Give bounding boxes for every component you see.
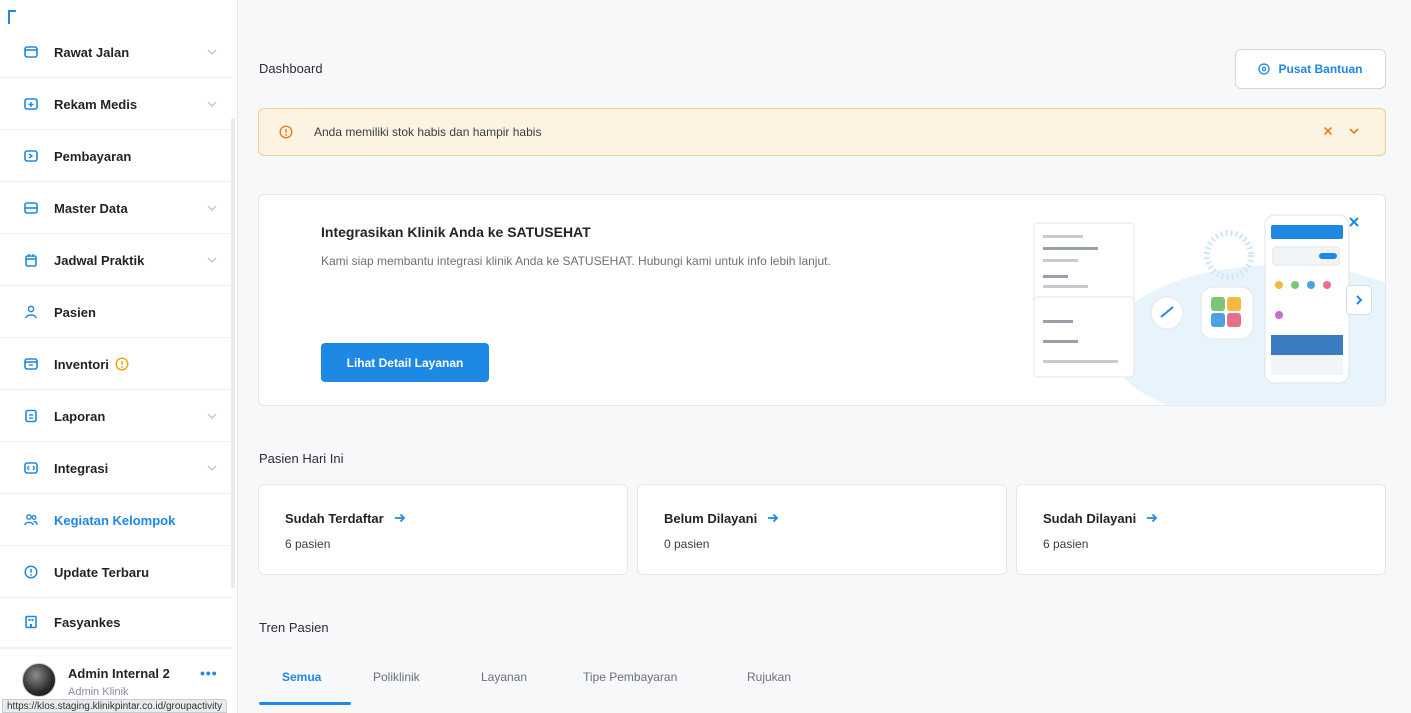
chevron-down-icon — [207, 49, 217, 55]
tab-rujukan[interactable]: Rujukan — [747, 670, 791, 684]
sidebar-scrollbar[interactable] — [231, 118, 235, 588]
sidebar-item-label: Kegiatan Kelompok — [54, 512, 176, 528]
stat-card-value: 6 pasien — [285, 537, 331, 551]
stat-card-title-link[interactable]: Belum Dilayani — [664, 511, 779, 526]
section-title-trend: Tren Pasien — [259, 620, 329, 635]
status-bar-url: https://klos.staging.klinikpintar.co.id/… — [2, 699, 228, 713]
sidebar-item-laporan[interactable]: Laporan — [0, 391, 232, 442]
inventory-icon — [24, 357, 38, 371]
stat-card-value: 6 pasien — [1043, 537, 1089, 551]
close-icon[interactable] — [1321, 124, 1335, 138]
sidebar-item-label: Pembayaran — [54, 148, 132, 164]
user-role: Admin Klinik — [68, 686, 129, 698]
stat-card-title-link[interactable]: Sudah Terdaftar — [285, 511, 406, 526]
sidebar-item-label: Pasien — [54, 304, 96, 320]
page-title: Dashboard — [259, 61, 323, 76]
view-service-detail-button[interactable]: Lihat Detail Layanan — [321, 343, 489, 382]
chevron-down-icon — [207, 257, 217, 263]
chevron-down-icon — [207, 101, 217, 107]
stat-card-registered[interactable]: Sudah Terdaftar 6 pasien — [258, 484, 628, 575]
stock-alert-banner: Anda memiliki stok habis dan hampir habi… — [258, 108, 1386, 156]
sidebar-item-kegiatan-kelompok[interactable]: Kegiatan Kelompok — [0, 495, 232, 546]
stat-card-not-served[interactable]: Belum Dilayani 0 pasien — [637, 484, 1007, 575]
building-icon — [24, 615, 38, 629]
calendar-icon — [24, 253, 38, 267]
sidebar-item-label: Integrasi — [54, 460, 109, 476]
sidebar-item-pasien[interactable]: Pasien — [0, 287, 232, 338]
sidebar-item-integrasi[interactable]: Integrasi — [0, 443, 232, 494]
integration-icon — [24, 461, 38, 475]
sidebar-item-label: Update Terbaru — [54, 564, 150, 580]
arrow-right-icon — [768, 513, 779, 523]
carousel-next-button[interactable] — [1346, 285, 1372, 315]
section-title-today: Pasien Hari Ini — [259, 451, 344, 466]
tab-poliklinik[interactable]: Poliklinik — [373, 670, 420, 684]
monitor-icon — [24, 45, 38, 59]
payment-icon — [24, 149, 38, 163]
warning-icon — [279, 125, 293, 139]
database-icon — [24, 201, 38, 215]
sidebar-item-label: Inventori — [54, 356, 109, 372]
sidebar-item-rekam-medis[interactable]: Rekam Medis — [0, 79, 232, 130]
stat-card-title: Sudah Terdaftar — [285, 511, 384, 526]
info-icon — [24, 565, 38, 579]
tab-tipe-pembayaran[interactable]: Tipe Pembayaran — [583, 670, 677, 684]
user-icon — [24, 305, 38, 319]
sidebar-item-fasyankes[interactable]: Fasyankes — [0, 597, 232, 648]
help-icon — [1258, 63, 1271, 75]
promo-illustration — [1033, 214, 1385, 405]
arrow-right-icon — [394, 513, 405, 523]
sidebar-item-label: Rekam Medis — [54, 96, 138, 112]
medical-folder-icon — [24, 97, 38, 111]
promo-title: Integrasikan Klinik Anda ke SATUSEHAT — [321, 224, 591, 240]
chevron-down-icon — [207, 413, 217, 419]
tab-layanan[interactable]: Layanan — [481, 670, 527, 684]
stat-card-title-link[interactable]: Sudah Dilayani — [1043, 511, 1158, 526]
sidebar-item-label: Jadwal Praktik — [54, 252, 145, 268]
stat-card-title: Sudah Dilayani — [1043, 511, 1137, 526]
sidebar-item-pembayaran[interactable]: Pembayaran — [0, 131, 232, 182]
sidebar-item-label: Master Data — [54, 200, 128, 216]
stat-card-value: 0 pasien — [664, 537, 710, 551]
stat-card-served[interactable]: Sudah Dilayani 6 pasien — [1016, 484, 1386, 575]
chevron-right-icon — [1356, 295, 1363, 305]
avatar — [22, 663, 56, 697]
chevron-down-icon — [207, 205, 217, 211]
stat-card-title: Belum Dilayani — [664, 511, 758, 526]
sidebar-item-jadwal-praktik[interactable]: Jadwal Praktik — [0, 235, 232, 286]
sidebar-item-label: Laporan — [54, 408, 106, 424]
user-name: Admin Internal 2 — [68, 666, 170, 681]
active-tab-indicator — [259, 702, 351, 705]
trend-tabs: Semua Poliklinik Layanan Tipe Pembayaran… — [259, 650, 1387, 705]
sidebar-item-label: Fasyankes — [54, 614, 121, 630]
more-options-button[interactable]: ••• — [200, 665, 218, 681]
help-center-label: Pusat Bantuan — [1278, 62, 1363, 76]
chevron-down-icon — [207, 465, 217, 471]
close-icon[interactable] — [1347, 215, 1361, 229]
sidebar-item-update-terbaru[interactable]: Update Terbaru — [0, 547, 232, 598]
warning-icon — [115, 357, 129, 371]
sidebar-item-inventori[interactable]: Inventori — [0, 339, 232, 390]
sidebar-item-master-data[interactable]: Master Data — [0, 183, 232, 234]
promo-description: Kami siap membantu integrasi klinik Anda… — [321, 254, 831, 268]
chevron-down-icon[interactable] — [1347, 124, 1361, 138]
sidebar-item-label: Rawat Jalan — [54, 44, 130, 60]
sidebar-logo-fragment — [8, 10, 16, 24]
sidebar: Rawat Jalan Rekam Medis Pembayaran Maste… — [0, 0, 238, 713]
arrow-right-icon — [1147, 513, 1158, 523]
sidebar-item-rawat-jalan[interactable]: Rawat Jalan — [0, 27, 232, 78]
tab-semua[interactable]: Semua — [282, 670, 321, 684]
help-center-button[interactable]: Pusat Bantuan — [1235, 49, 1386, 89]
group-icon — [24, 513, 38, 527]
report-icon — [24, 409, 38, 423]
satusehat-promo-banner: Integrasikan Klinik Anda ke SATUSEHAT Ka… — [258, 194, 1386, 406]
alert-text: Anda memiliki stok habis dan hampir habi… — [314, 125, 542, 139]
